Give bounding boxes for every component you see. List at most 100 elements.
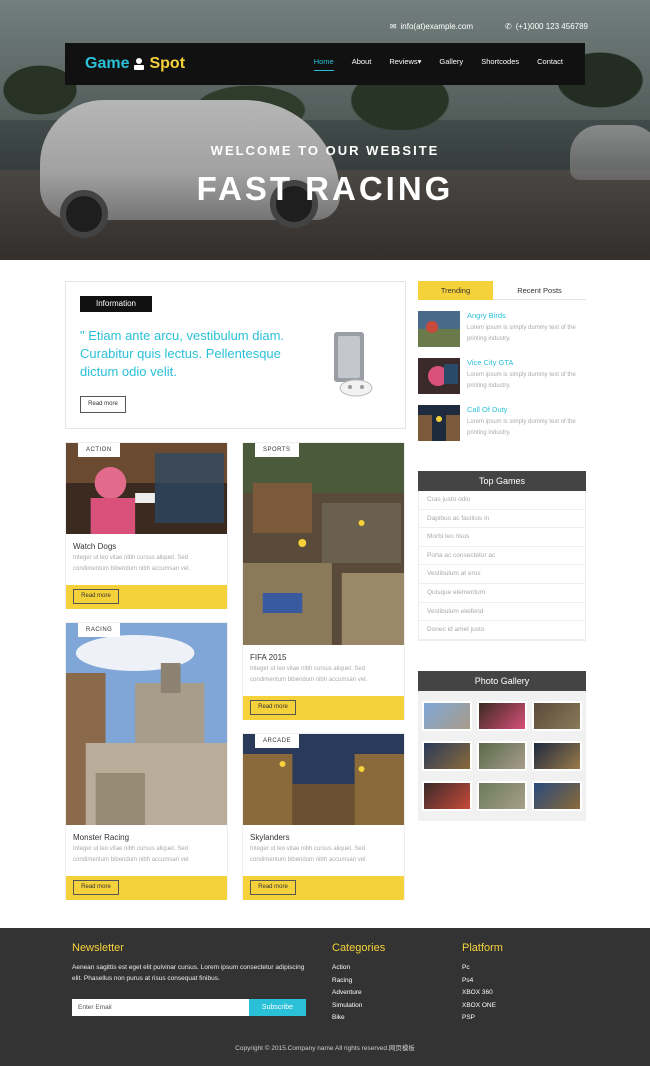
information-box: Information " Etiam ante arcu, vestibulu… <box>65 281 406 429</box>
newsletter-text: Aenean sagittis est eget elit pulvinar c… <box>72 964 305 982</box>
platform-link[interactable]: Ps4 <box>462 975 496 988</box>
hero-banner <box>0 0 650 260</box>
category-label: RACING <box>78 623 121 637</box>
list-item[interactable]: Morbi leo risus <box>419 528 585 547</box>
category-label: SPORTS <box>255 443 299 457</box>
category-label: ACTION <box>78 443 120 457</box>
envelope-icon: ✉ <box>389 22 397 31</box>
sidebar-tabs: Trending Recent Posts <box>418 281 586 300</box>
game-card-watch-dogs: ACTION Watch Dogs Integer ut leo vitae n… <box>65 442 228 609</box>
read-more-button[interactable]: Read more <box>250 700 296 715</box>
platform-link[interactable]: Pc <box>462 962 496 975</box>
trending-text: Lorem ipsum is simply dummy text of the … <box>467 325 576 342</box>
card-footer: Read more <box>66 876 227 900</box>
nav-home[interactable]: Home <box>313 57 334 71</box>
categories-heading: Categories <box>332 942 386 954</box>
nav-menu: Home About Reviews▾ Gallery Shortcodes C… <box>313 57 563 71</box>
monster-racing-image <box>66 623 227 825</box>
platform-heading: Platform <box>462 942 503 954</box>
read-more-button[interactable]: Read more <box>73 880 119 895</box>
tab-trending[interactable]: Trending <box>418 281 493 300</box>
card-title[interactable]: Monster Racing <box>73 833 129 842</box>
contact-email[interactable]: ✉ info(at)example.com <box>390 22 473 31</box>
category-link[interactable]: Bike <box>332 1012 362 1025</box>
gallery-thumbnail[interactable] <box>477 741 527 771</box>
game-console-icon <box>334 332 373 397</box>
category-label: ARCADE <box>255 734 300 748</box>
list-item[interactable]: Cras justo odio <box>419 491 585 510</box>
card-footer: Read more <box>66 585 227 609</box>
list-item[interactable]: Donec id amet justo <box>419 621 585 640</box>
hero-subtitle: WELCOME TO OUR WEBSITE <box>210 143 440 158</box>
logo-game-text: Game <box>85 55 130 72</box>
card-title[interactable]: Watch Dogs <box>73 542 116 551</box>
card-text: Integer ut leo vitae nibh cursus aliquet… <box>250 846 368 863</box>
fifa-2015-image <box>243 443 404 645</box>
information-read-more-button[interactable]: Read more <box>80 396 126 413</box>
trending-item[interactable]: Vice City GTA Lorem ipsum is simply dumm… <box>418 358 586 394</box>
list-item[interactable]: Quisque elementum <box>419 584 585 603</box>
platform-link[interactable]: PSP <box>462 1012 496 1025</box>
photo-gallery <box>418 691 586 821</box>
nav-about[interactable]: About <box>352 57 372 71</box>
trending-title[interactable]: Call Of Duty <box>467 405 507 414</box>
nav-contact[interactable]: Contact <box>537 57 563 71</box>
trending-item[interactable]: Angry Birds Lorem ipsum is simply dummy … <box>418 311 586 347</box>
gallery-thumbnail[interactable] <box>422 781 472 811</box>
site-logo[interactable]: Game Spot <box>85 55 185 73</box>
list-item[interactable]: Vestibulum eleifend <box>419 603 585 622</box>
tab-recent-posts[interactable]: Recent Posts <box>493 281 586 300</box>
category-link[interactable]: Racing <box>332 975 362 988</box>
platform-link[interactable]: XBOX ONE <box>462 1000 496 1013</box>
nav-shortcodes[interactable]: Shortcodes <box>481 57 519 71</box>
top-games-list: Cras justo odio Dapibus ac facilisis in … <box>418 491 586 641</box>
newsletter-heading: Newsletter <box>72 942 124 954</box>
platform-link[interactable]: XBOX 360 <box>462 987 496 1000</box>
logo-spot-text: Spot <box>149 55 186 72</box>
gallery-thumbnail[interactable] <box>532 701 582 731</box>
gallery-thumbnail[interactable] <box>477 781 527 811</box>
trending-title[interactable]: Vice City GTA <box>467 358 513 367</box>
contact-bar: ✉ info(at)example.com ✆ (+1)000 123 456789 <box>390 22 588 31</box>
information-quote: " Etiam ante arcu, vestibulum diam. Cura… <box>80 328 285 379</box>
gallery-thumbnail[interactable] <box>532 741 582 771</box>
game-card-skylanders: ARCADE Skylanders Integer ut leo vitae n… <box>242 733 405 900</box>
gallery-thumbnail[interactable] <box>477 701 527 731</box>
nav-gallery[interactable]: Gallery <box>439 57 463 71</box>
main-navbar: Game Spot Home About Reviews▾ Gallery Sh… <box>65 43 585 85</box>
copyright-text: Copyright © 2015.Company name All rights… <box>235 1045 415 1052</box>
card-title[interactable]: Skylanders <box>250 833 290 842</box>
gamer-icon <box>134 58 145 70</box>
list-item[interactable]: Porta ac consectetur ac <box>419 547 585 566</box>
subscribe-button[interactable]: Subscribe <box>249 999 306 1016</box>
category-link[interactable]: Adventure <box>332 987 362 1000</box>
trending-text: Lorem ipsum is simply dummy text of the … <box>467 372 576 389</box>
trending-thumbnail <box>418 311 460 347</box>
photo-gallery-heading: Photo Gallery <box>418 671 586 691</box>
category-link[interactable]: Action <box>332 962 362 975</box>
trending-thumbnail <box>418 405 460 441</box>
footer: Newsletter Aenean sagittis est eget elit… <box>0 928 650 1066</box>
contact-phone[interactable]: ✆ (+1)000 123 456789 <box>505 22 588 31</box>
gallery-thumbnail[interactable] <box>532 781 582 811</box>
category-link[interactable]: Simulation <box>332 1000 362 1013</box>
gallery-thumbnail[interactable] <box>422 741 472 771</box>
trending-thumbnail <box>418 358 460 394</box>
card-text: Integer ut leo vitae nibh cursus aliquet… <box>250 666 368 683</box>
read-more-button[interactable]: Read more <box>250 880 296 895</box>
game-card-monster-racing: RACING Monster Racing Integer ut leo vit… <box>65 622 228 900</box>
card-footer: Read more <box>243 696 404 720</box>
list-item[interactable]: Vestibulum at eros <box>419 565 585 584</box>
trending-item[interactable]: Call Of Duty Lorem ipsum is simply dummy… <box>418 405 586 441</box>
hero-overlay <box>0 0 650 260</box>
phone-icon: ✆ <box>505 22 512 31</box>
gallery-thumbnail[interactable] <box>422 701 472 731</box>
list-item[interactable]: Dapibus ac facilisis in <box>419 510 585 529</box>
trending-title[interactable]: Angry Birds <box>467 311 506 320</box>
game-card-fifa-2015: SPORTS FIFA 2015 Integer ut leo vitae ni… <box>242 442 405 720</box>
card-title[interactable]: FIFA 2015 <box>250 653 286 662</box>
nav-reviews[interactable]: Reviews▾ <box>389 57 421 71</box>
read-more-button[interactable]: Read more <box>73 589 119 604</box>
platform-list: Pc Ps4 XBOX 360 XBOX ONE PSP <box>462 962 496 1025</box>
email-input[interactable]: Enter Email <box>72 999 249 1016</box>
